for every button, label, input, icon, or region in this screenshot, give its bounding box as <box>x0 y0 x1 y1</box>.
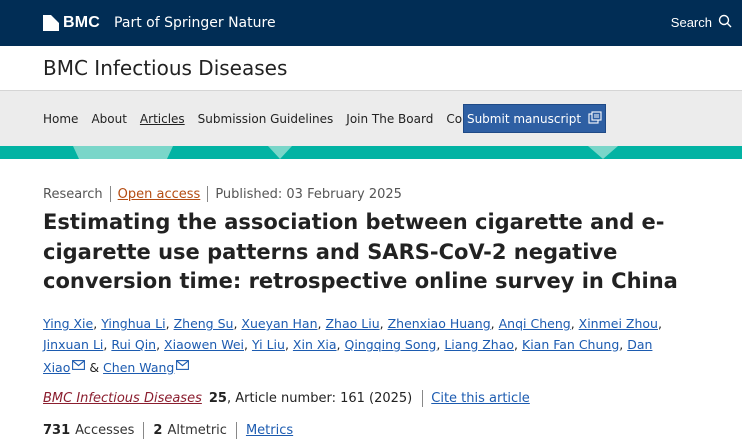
journal-link[interactable]: BMC Infectious Diseases <box>43 391 202 406</box>
submit-manuscript-label: Submit manuscript <box>466 111 582 126</box>
nav-articles[interactable]: Articles <box>140 112 185 126</box>
author-list: Ying Xie, Yinghua Li, Zheng Su, Xueyan H… <box>43 316 662 376</box>
nav-about[interactable]: About <box>91 112 126 126</box>
article-type: Research <box>43 186 103 202</box>
author-link[interactable]: Kian Fan Chung <box>522 337 619 352</box>
author-link[interactable]: Zheng Su <box>174 316 234 331</box>
author-link[interactable]: Qingqing Song <box>345 337 437 352</box>
article-title: Estimating the association between cigar… <box>43 210 678 293</box>
accesses-label: Accesses <box>75 423 135 438</box>
article-meta-line: Research Open access Published: 03 Febru… <box>43 186 402 202</box>
brand-name: BMC <box>63 14 101 31</box>
journal-band: BMC Infectious Diseases <box>0 46 742 90</box>
search-button[interactable]: Search <box>671 14 732 31</box>
email-icon[interactable] <box>72 355 86 376</box>
open-access-link[interactable]: Open access <box>118 187 201 202</box>
author-link[interactable]: Liang Zhao <box>444 337 514 352</box>
nav-join-the-board[interactable]: Join The Board <box>346 112 433 126</box>
decorative-teal-strip <box>0 146 742 159</box>
author-link[interactable]: Xueyan Han <box>241 316 317 331</box>
top-header-bar: BMC Part of Springer Nature Search <box>0 0 742 46</box>
journal-nav-bar: Home About Articles Submission Guideline… <box>0 90 742 146</box>
author-link[interactable]: Xin Xia <box>293 337 337 352</box>
email-icon[interactable] <box>176 355 190 376</box>
bmc-logo-icon <box>43 15 59 31</box>
author-link[interactable]: Yi Liu <box>252 337 285 352</box>
search-label: Search <box>670 15 712 30</box>
nav-home[interactable]: Home <box>43 112 78 126</box>
author-link[interactable]: Jinxuan Li <box>43 337 103 352</box>
nav-submission-guidelines[interactable]: Submission Guidelines <box>198 112 334 126</box>
author-link[interactable]: Zhao Liu <box>325 316 379 331</box>
external-link-icon <box>581 110 602 127</box>
cite-this-article-link[interactable]: Cite this article <box>431 391 530 406</box>
author-link[interactable]: Ying Xie <box>43 316 93 331</box>
author-link[interactable]: Zhenxiao Huang <box>388 316 491 331</box>
search-icon <box>712 14 732 31</box>
brand-tagline: Part of Springer Nature <box>114 15 276 31</box>
citation-line: BMC Infectious Diseases 25 , Article num… <box>43 390 530 407</box>
author-link[interactable]: Xinmei Zhou <box>579 316 658 331</box>
author-link[interactable]: Anqi Cheng <box>499 316 571 331</box>
published-date: Published: 03 February 2025 <box>215 186 402 202</box>
altmetric-count: 2 <box>153 423 163 438</box>
metrics-link[interactable]: Metrics <box>246 423 293 438</box>
article-number: , Article number: 161 (2025) <box>226 391 413 406</box>
bmc-logo[interactable]: BMC Part of Springer Nature <box>43 13 276 33</box>
accesses-count: 731 <box>43 423 71 438</box>
author-link[interactable]: Chen Wang <box>103 360 174 375</box>
volume: 25 <box>208 391 227 406</box>
author-link[interactable]: Rui Qin <box>111 337 156 352</box>
journal-nav: Home About Articles Submission Guideline… <box>43 91 525 147</box>
journal-title[interactable]: BMC Infectious Diseases <box>43 56 287 80</box>
author-link[interactable]: Xiaowen Wei <box>164 337 244 352</box>
author-link[interactable]: Yinghua Li <box>101 316 165 331</box>
submit-manuscript-button[interactable]: Submit manuscript <box>463 104 606 133</box>
altmetric-label: Altmetric <box>167 423 227 438</box>
metrics-line: 731 Accesses 2 Altmetric Metrics <box>43 422 293 439</box>
